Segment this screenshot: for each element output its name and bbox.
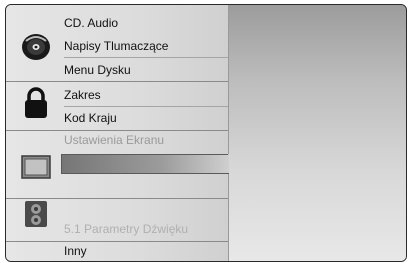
menu-item-audio-5-1[interactable]: 5.1 Parametry Dźwięku (64, 222, 188, 236)
tv-screen-icon (21, 155, 51, 179)
menu-separator (64, 106, 228, 107)
menu-item-screen-settings[interactable]: Ustawienia Ekranu (64, 133, 164, 147)
menu-item-cd-audio[interactable]: CD. Audio (64, 16, 118, 30)
menu-group-language: CD. Audio Napisy Tlumaczące Menu Dysku (6, 5, 228, 82)
menu-group-lock: Zakres Kod Kraju (6, 81, 228, 131)
lock-icon (25, 87, 47, 118)
menu-separator (64, 57, 228, 58)
menu-group-other: Inny (6, 241, 228, 261)
selection-highlight[interactable] (61, 154, 229, 174)
setup-menu-list: CD. Audio Napisy Tlumaczące Menu Dysku Z… (6, 5, 229, 261)
menu-item-other[interactable]: Inny (64, 244, 87, 258)
options-panel (229, 5, 406, 261)
menu-group-audio: 5.1 Parametry Dźwięku (6, 198, 228, 242)
menu-item-subtitles[interactable]: Napisy Tlumaczące (64, 39, 168, 53)
menu-item-disc-menu[interactable]: Menu Dysku (64, 63, 131, 77)
menu-item-rating[interactable]: Zakres (64, 88, 101, 102)
speaker-icon (25, 201, 47, 227)
menu-item-country-code[interactable]: Kod Kraju (64, 111, 117, 125)
disc-icon (22, 34, 50, 60)
setup-menu-window: CD. Audio Napisy Tlumaczące Menu Dysku Z… (5, 4, 407, 262)
